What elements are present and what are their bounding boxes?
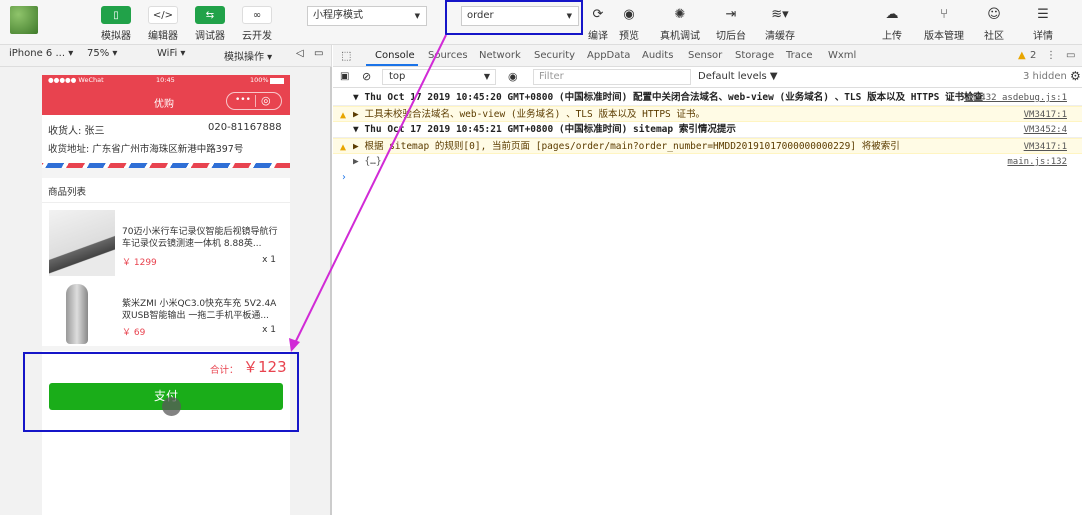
annotation-arrow	[289, 34, 447, 352]
arrow-line	[294, 34, 447, 344]
arrow-head-icon	[289, 338, 300, 352]
